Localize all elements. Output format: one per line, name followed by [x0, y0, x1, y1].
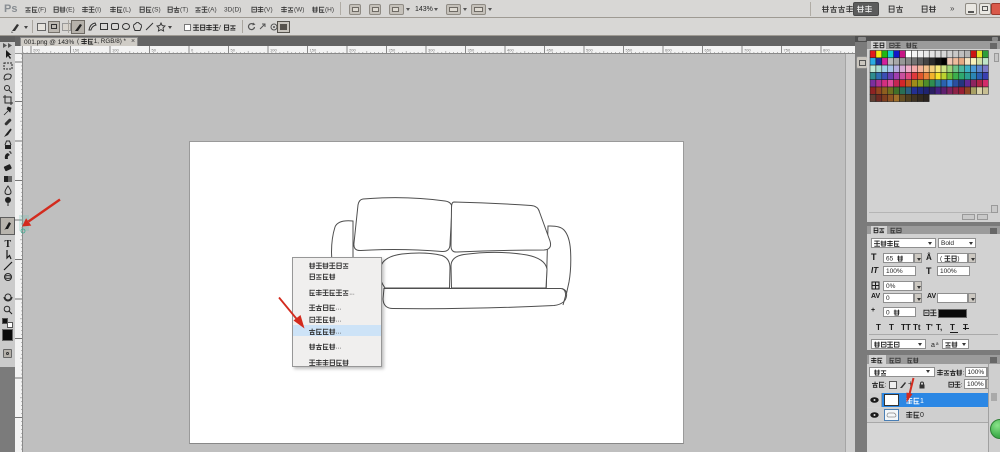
svg-text:...: ...	[336, 344, 342, 351]
svg-text::: :	[885, 381, 887, 388]
svg-text:1: 1	[920, 397, 924, 404]
svg-text:1, RGB/8) *: 1, RGB/8) *	[94, 38, 127, 45]
svg-text:150: 150	[73, 48, 80, 53]
svg-text:300: 300	[428, 48, 435, 53]
svg-text:700: 700	[744, 48, 751, 53]
svg-text:T: T	[5, 239, 12, 248]
svg-text:...: ...	[336, 304, 342, 311]
svg-text:/: /	[219, 24, 221, 31]
svg-text:3D(D): 3D(D)	[224, 6, 241, 13]
svg-text:(T): (T)	[180, 6, 188, 13]
svg-text:...: ...	[336, 316, 342, 323]
svg-text:650: 650	[705, 48, 712, 53]
svg-text:100: 100	[112, 48, 119, 53]
svg-text::: :	[961, 381, 963, 388]
svg-text:50: 50	[231, 48, 236, 53]
svg-text:800: 800	[823, 48, 830, 53]
svg-text:(I): (I)	[95, 6, 101, 13]
svg-text:(V): (V)	[264, 6, 273, 13]
svg-text:(S): (S)	[152, 6, 161, 13]
svg-text:600: 600	[665, 48, 672, 53]
svg-text:(A): (A)	[208, 6, 217, 13]
svg-text:...: ...	[349, 289, 355, 296]
svg-text:65: 65	[886, 255, 894, 262]
svg-text:500: 500	[586, 48, 593, 53]
svg-text:450: 450	[547, 48, 554, 53]
svg-text:(: (	[77, 38, 80, 45]
svg-text:400: 400	[507, 48, 514, 53]
svg-text:(L): (L)	[123, 6, 131, 13]
svg-text:a: a	[936, 341, 939, 346]
svg-text:0: 0	[920, 412, 924, 419]
svg-text:0: 0	[886, 309, 890, 316]
svg-text:(: (	[940, 255, 943, 262]
svg-text:250: 250	[389, 48, 396, 53]
svg-text:a: a	[931, 342, 935, 348]
svg-text:200: 200	[349, 48, 356, 53]
svg-text:350: 350	[468, 48, 475, 53]
svg-text:100: 100	[270, 48, 277, 53]
svg-text:(F): (F)	[38, 6, 46, 13]
svg-text:(W): (W)	[294, 6, 304, 13]
svg-text:(E): (E)	[66, 6, 75, 13]
svg-text:...: ...	[336, 328, 342, 335]
svg-text:200: 200	[33, 48, 40, 53]
svg-text:550: 550	[626, 48, 633, 53]
svg-text:750: 750	[784, 48, 791, 53]
svg-text:50: 50	[152, 48, 157, 53]
svg-text:(H): (H)	[325, 6, 334, 13]
svg-text:150: 150	[310, 48, 317, 53]
svg-text:): )	[957, 255, 959, 262]
